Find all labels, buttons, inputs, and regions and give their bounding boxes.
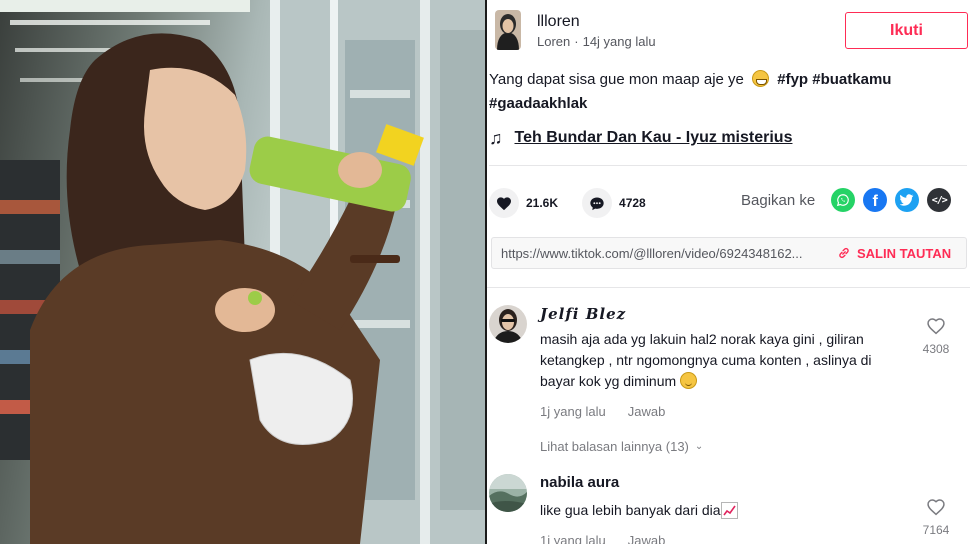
divider <box>489 165 967 166</box>
comment-like-count: 7164 <box>922 523 950 537</box>
commenter-name[interactable]: Jelfi Blez <box>540 305 910 323</box>
comment-button[interactable] <box>582 188 613 218</box>
separator-dot: · <box>574 33 579 49</box>
post-caption: Yang dapat sisa gue mon maap aje ye #fyp… <box>489 68 959 116</box>
hashtag-link[interactable]: #fyp <box>777 71 808 88</box>
reply-button[interactable]: Jawab <box>628 533 666 544</box>
commenter-avatar-image <box>489 305 527 343</box>
chevron-down-icon: ⌄ <box>694 441 704 452</box>
whatsapp-glyph <box>837 194 850 207</box>
heart-outline-icon <box>927 499 945 516</box>
engagement-stats: 21.6K 4728 <box>489 188 646 218</box>
share-row: Bagikan ke f </> <box>741 188 952 212</box>
comment-meta: 1j yang lalu Jawab <box>540 404 910 419</box>
caption-text: Yang dapat sisa gue mon maap aje ye <box>489 71 744 88</box>
comment-time: 1j yang lalu <box>540 533 606 544</box>
comment-icon <box>590 197 604 210</box>
avatar-image <box>495 10 521 50</box>
comment-body: like gua lebih banyak dari dia <box>540 502 721 518</box>
copy-link-label: SALIN TAUTAN <box>857 245 952 261</box>
post-time: 14j yang lalu <box>582 33 656 49</box>
reply-button[interactable]: Jawab <box>628 404 666 419</box>
whatsapp-icon[interactable] <box>831 188 856 212</box>
heart-icon <box>497 196 511 210</box>
video-still <box>0 0 485 544</box>
video-link-box[interactable]: https://www.tiktok.com/@llloren/video/69… <box>491 237 967 269</box>
avatar[interactable] <box>489 305 527 343</box>
music-row[interactable]: ♫ Teh Bundar Dan Kau - Iyuz misterius <box>489 128 792 148</box>
comment-body: masih aja ada yg lakuin hal2 norak kaya … <box>540 331 872 389</box>
comment-meta: 1j yang lalu Jawab <box>540 533 910 544</box>
chart-increasing-icon <box>720 502 738 519</box>
facebook-icon[interactable]: f <box>863 188 888 212</box>
embed-icon[interactable]: </> <box>927 188 952 212</box>
comment-time: 1j yang lalu <box>540 404 606 419</box>
share-label: Bagikan ke <box>741 191 816 209</box>
facebook-glyph: f <box>872 192 878 210</box>
author-display-name: Loren <box>537 33 571 49</box>
copy-link-button[interactable]: SALIN TAUTAN <box>837 246 951 261</box>
music-title-link[interactable]: Teh Bundar Dan Kau - Iyuz misterius <box>515 129 793 147</box>
comment-text: masih aja ada yg lakuin hal2 norak kaya … <box>540 329 910 392</box>
comment-like-button[interactable]: 4308 <box>916 317 956 356</box>
hashtag-link[interactable]: #buatkamu <box>812 71 891 88</box>
author-subline: Loren · 14j yang lalu <box>537 34 656 49</box>
follow-button[interactable]: Ikuti <box>845 12 968 49</box>
comment-like-button[interactable]: 7164 <box>916 498 956 537</box>
twitter-glyph <box>900 194 914 206</box>
video-url[interactable]: https://www.tiktok.com/@llloren/video/69… <box>501 246 831 261</box>
heart-outline-icon <box>927 318 945 335</box>
commenter-avatar-image <box>489 474 527 512</box>
music-note-icon: ♫ <box>489 128 503 148</box>
divider <box>487 287 970 288</box>
video-details-panel: llloren Loren · 14j yang lalu Ikuti Yang… <box>487 0 970 544</box>
smile-emoji-icon <box>680 372 698 389</box>
view-more-replies[interactable]: Lihat balasan lainnya (13) ⌄ <box>540 439 703 454</box>
comment-count: 4728 <box>619 196 646 210</box>
hashtag-link[interactable]: #gaadaakhlak <box>489 95 587 112</box>
avatar[interactable] <box>489 474 527 512</box>
comment-like-count: 4308 <box>922 342 950 356</box>
commenter-name[interactable]: nabila aura <box>540 474 910 492</box>
comment-text: like gua lebih banyak dari dia <box>540 500 910 521</box>
video-frame[interactable] <box>0 0 485 544</box>
link-icon <box>839 247 849 259</box>
grinning-emoji-icon <box>752 70 770 87</box>
avatar[interactable] <box>495 10 521 50</box>
twitter-icon[interactable] <box>895 188 920 212</box>
author-info[interactable]: llloren Loren · 14j yang lalu <box>495 10 656 50</box>
like-button[interactable] <box>489 188 519 218</box>
like-count: 21.6K <box>526 196 559 210</box>
author-username[interactable]: llloren <box>537 12 656 32</box>
embed-glyph: </> <box>931 194 948 206</box>
more-replies-label: Lihat balasan lainnya (13) <box>540 439 689 454</box>
